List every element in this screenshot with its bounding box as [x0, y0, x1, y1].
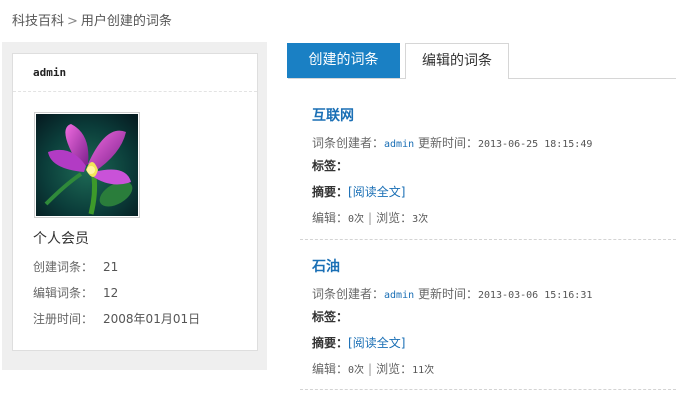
updated-time: 2013-03-06 15:16:31	[477, 290, 593, 301]
creator-label: 词条创建者：	[312, 287, 385, 301]
breadcrumb: 科技百科 > 用户创建的词条	[12, 10, 172, 29]
entry-counts: 编辑：0次 | 浏览：3次	[312, 209, 428, 226]
read-more-link[interactable]: [阅读全文]	[348, 185, 405, 199]
stat-edited-value: 12	[103, 286, 119, 300]
tab-created-entries[interactable]: 创建的词条	[287, 43, 400, 78]
creator-link[interactable]: admin	[384, 290, 414, 301]
updated-label: 更新时间：	[417, 136, 478, 150]
entry-meta: 词条创建者：admin 更新时间：2013-06-25 18:15:49	[312, 134, 592, 151]
view-count: 11次	[412, 365, 435, 376]
edit-count: 0次	[348, 365, 365, 376]
profile-username: admin	[33, 66, 67, 79]
stat-edited-label: 编辑词条：	[33, 286, 94, 300]
entry-meta: 词条创建者：admin 更新时间：2013-03-06 15:16:31	[312, 285, 592, 302]
view-count-label: 浏览：	[376, 211, 413, 225]
stat-registered-label: 注册时间：	[33, 312, 94, 326]
breadcrumb-current: 用户创建的词条	[80, 14, 172, 29]
count-separator: |	[368, 362, 373, 376]
read-more-link[interactable]: [阅读全文]	[348, 336, 405, 350]
breadcrumb-home-link[interactable]: 科技百科	[12, 14, 64, 29]
summary-label: 摘要：	[312, 336, 349, 350]
edit-count: 0次	[348, 214, 365, 225]
tags-label: 标签：	[312, 310, 349, 324]
avatar[interactable]	[34, 112, 140, 218]
summary-label: 摘要：	[312, 185, 349, 199]
stat-edited: 编辑词条： 12	[33, 284, 118, 301]
count-separator: |	[368, 211, 373, 225]
stat-created-label: 创建词条：	[33, 260, 94, 274]
entry-title-link[interactable]: 互联网	[312, 105, 672, 125]
view-count-label: 浏览：	[376, 362, 413, 376]
stat-registered-value: 2008年01月01日	[103, 312, 201, 326]
avatar-flower-image	[36, 114, 138, 216]
member-type: 个人会员	[33, 231, 89, 247]
creator-link[interactable]: admin	[384, 139, 414, 150]
edit-count-label: 编辑：	[312, 211, 349, 225]
entry-summary: 摘要：[阅读全文]	[312, 183, 405, 200]
entry-item: 互联网 词条创建者：admin 更新时间：2013-06-25 18:15:49…	[312, 105, 672, 235]
edit-count-label: 编辑：	[312, 362, 349, 376]
entry-summary: 摘要：[阅读全文]	[312, 334, 405, 351]
profile-card: admin 个人会员 创建词条： 21 编辑词条： 12 注册时间： 2008年…	[12, 53, 258, 351]
breadcrumb-separator: >	[67, 14, 78, 29]
tab-edited-entries[interactable]: 编辑的词条	[405, 43, 509, 79]
updated-time: 2013-06-25 18:15:49	[477, 139, 593, 150]
entry-divider	[300, 389, 676, 390]
view-count: 3次	[412, 214, 429, 225]
creator-label: 词条创建者：	[312, 136, 385, 150]
stat-created: 创建词条： 21	[33, 258, 118, 275]
tags-label: 标签：	[312, 159, 349, 173]
entry-tags: 标签：	[312, 157, 348, 174]
entry-title-link[interactable]: 石油	[312, 256, 672, 276]
entry-counts: 编辑：0次 | 浏览：11次	[312, 360, 434, 377]
profile-divider	[13, 91, 257, 92]
entry-item: 石油 词条创建者：admin 更新时间：2013-03-06 15:16:31 …	[312, 256, 672, 386]
stat-registered: 注册时间： 2008年01月01日	[33, 310, 200, 327]
stat-created-value: 21	[103, 260, 119, 274]
entry-divider	[300, 239, 676, 240]
entry-tags: 标签：	[312, 308, 348, 325]
updated-label: 更新时间：	[417, 287, 478, 301]
